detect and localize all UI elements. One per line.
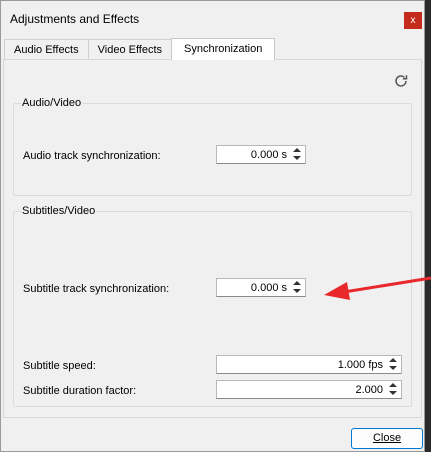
window-title: Adjustments and Effects	[10, 12, 140, 26]
adjustments-window: Adjustments and Effects x Audio Effects …	[0, 0, 425, 452]
subtitles-video-group: Subtitles/Video Subtitle track synchroni…	[13, 205, 412, 407]
tab-video-effects[interactable]: Video Effects	[87, 39, 173, 60]
subtitle-duration-spinbox[interactable]: 2.000	[216, 380, 402, 399]
subtitle-speed-label: Subtitle speed:	[23, 360, 96, 372]
subtitle-speed-value: 1.000 fps	[337, 359, 383, 371]
subtitle-speed-spinbox[interactable]: 1.000 fps	[216, 355, 402, 374]
spin-arrows-icon[interactable]	[387, 382, 399, 397]
tab-audio-effects[interactable]: Audio Effects	[4, 39, 89, 60]
synchronization-pane: Audio/Video Audio track synchronization:…	[3, 59, 422, 418]
audio-sync-value: 0.000 s	[250, 149, 287, 161]
subtitles-video-group-title: Subtitles/Video	[21, 205, 97, 217]
refresh-icon[interactable]	[393, 73, 409, 89]
subtitle-sync-spinbox[interactable]: 0.000 s	[216, 278, 306, 297]
tab-synchronization[interactable]: Synchronization	[171, 38, 276, 60]
spin-arrows-icon[interactable]	[291, 147, 303, 162]
subtitle-duration-value: 2.000	[355, 384, 383, 396]
subtitle-duration-label: Subtitle duration factor:	[23, 385, 137, 397]
spin-arrows-icon[interactable]	[291, 280, 303, 295]
tab-bar: Audio Effects Video Effects Synchronizat…	[4, 38, 276, 60]
annotation-arrow-icon	[324, 276, 431, 300]
close-button[interactable]: Close	[351, 428, 423, 449]
audio-sync-spinbox[interactable]: 0.000 s	[216, 145, 306, 164]
audio-sync-label: Audio track synchronization:	[23, 150, 161, 162]
subtitle-sync-label: Subtitle track synchronization:	[23, 283, 170, 295]
audio-video-group-title: Audio/Video	[21, 97, 83, 109]
close-button-label: Close	[372, 432, 402, 444]
window-close-icon[interactable]: x	[404, 12, 422, 29]
title-bar: Adjustments and Effects x	[1, 1, 424, 37]
audio-video-group: Audio/Video Audio track synchronization:…	[13, 97, 412, 196]
spin-arrows-icon[interactable]	[387, 357, 399, 372]
subtitle-sync-value: 0.000 s	[250, 282, 287, 294]
